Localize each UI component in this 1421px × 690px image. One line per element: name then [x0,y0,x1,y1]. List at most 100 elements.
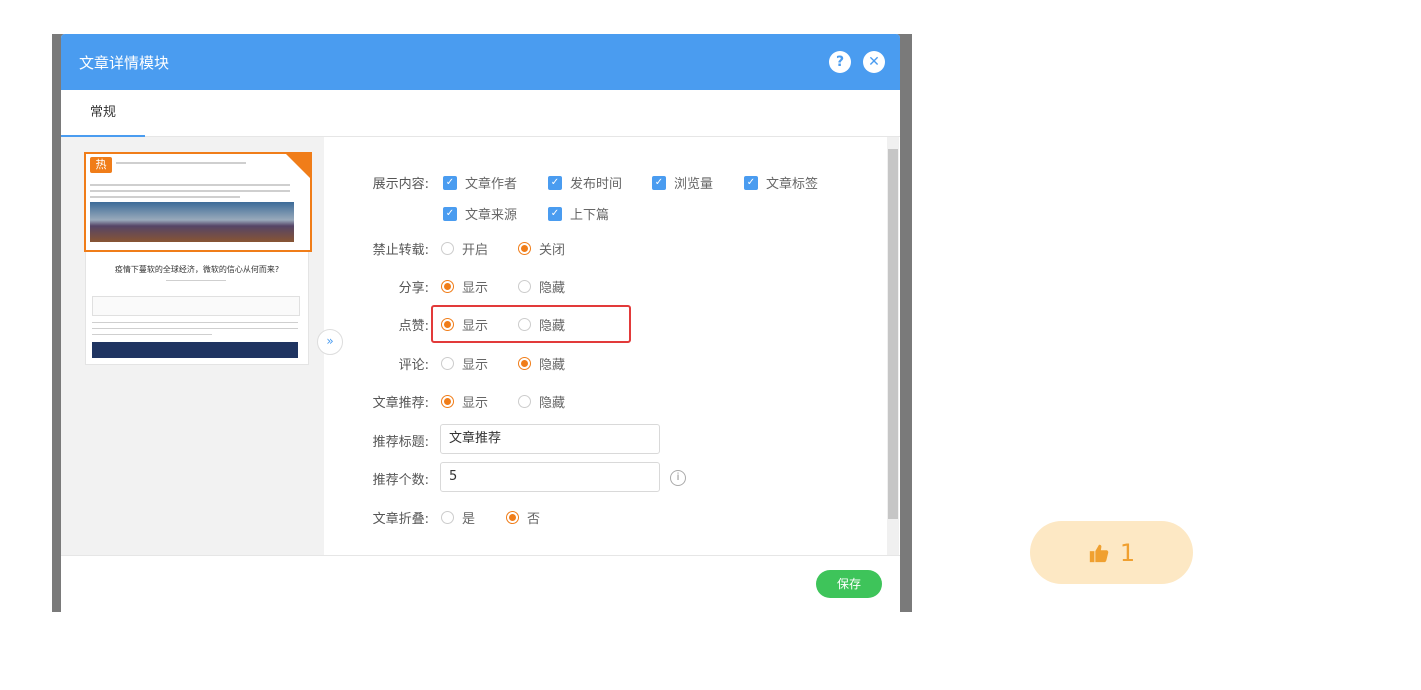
radio-no-repost-on[interactable]: 开启 [441,239,488,258]
radio-fold-yes[interactable]: 是 [441,508,475,527]
selected-corner-icon [286,154,310,178]
checkbox-tags[interactable]: ✓ 文章标签 [744,173,818,192]
preview-line [90,190,290,192]
checkbox-views[interactable]: ✓ 浏览量 [652,173,713,192]
like-count: 1 [1119,538,1136,567]
radio-icon [506,511,519,524]
preview-template-selected[interactable]: 热 [84,152,312,252]
option-label: 文章作者 [465,177,518,192]
option-label: 显示 [462,281,489,296]
preview-line [90,184,290,186]
label-recommend: 文章推荐: [372,396,429,411]
hot-badge: 热 [90,157,112,173]
radio-icon [518,357,531,370]
preview-line [90,196,240,198]
info-icon[interactable]: i [670,470,686,486]
radio-icon [518,318,531,331]
radio-icon [518,280,531,293]
preview-line [92,322,298,323]
preview-dark-banner [92,342,298,358]
label-like: 点赞: [398,319,429,334]
check-icon: ✓ [744,175,758,190]
label-display-content: 展示内容: [372,177,429,192]
modal-title: 文章详情模块 [79,54,170,72]
modal-header: 文章详情模块 ? ✕ [61,34,900,90]
option-label: 显示 [462,396,489,411]
radio-no-repost-off[interactable]: 关闭 [518,239,565,258]
label-recommend-title: 推荐标题: [372,435,429,450]
option-label: 显示 [462,319,489,334]
tab-bar: 常规 [61,90,900,137]
check-icon: ✓ [548,206,562,221]
radio-comment-hide[interactable]: 隐藏 [518,354,565,373]
modal-body: 热 疫情下蔓软的全球经济，微软的信心从何而来? » 展示内容: ✓ 文章作者 ✓… [61,137,900,555]
radio-comment-show[interactable]: 显示 [441,354,488,373]
option-label: 上下篇 [570,208,610,223]
label-fold: 文章折叠: [372,512,429,527]
checkbox-prev-next[interactable]: ✓ 上下篇 [548,204,609,223]
preview-panel: 热 疫情下蔓软的全球经济，微软的信心从何而来? [61,137,324,555]
radio-icon [441,280,454,293]
scrollbar[interactable] [887,137,899,555]
option-label: 隐藏 [539,319,566,334]
expand-panel-button[interactable]: » [317,329,343,355]
preview-line [116,162,246,164]
option-label: 浏览量 [674,177,714,192]
recommend-title-input[interactable]: 文章推荐 [440,424,660,454]
check-icon: ✓ [652,175,666,190]
settings-form: 展示内容: ✓ 文章作者 ✓ 发布时间 ✓ 浏览量 ✓ 文章标签 ✓ 文章来源 ✓ 上下篇 … [341,137,881,555]
preview-headline: 疫情下蔓软的全球经济，微软的信心从何而来? [114,265,280,274]
option-label: 隐藏 [539,358,566,373]
modal-footer: 保存 [61,555,900,612]
label-recommend-count: 推荐个数: [372,473,429,488]
close-icon[interactable]: ✕ [863,51,885,73]
checkbox-author[interactable]: ✓ 文章作者 [443,173,517,192]
option-label: 文章来源 [465,208,518,223]
radio-icon [441,242,454,255]
option-label: 显示 [462,358,489,373]
checkbox-source[interactable]: ✓ 文章来源 [443,204,517,223]
tab-general[interactable]: 常规 [61,90,145,137]
radio-icon [441,395,454,408]
check-icon: ✓ [548,175,562,190]
preview-line [166,280,226,281]
article-detail-modal: 文章详情模块 ? ✕ 常规 热 疫情下蔓软的全球经济，微软的信心从何而来? » … [61,34,900,612]
label-no-repost: 禁止转载: [372,243,429,258]
recommend-count-input[interactable]: 5 [440,462,660,492]
option-label: 发布时间 [570,177,623,192]
help-icon[interactable]: ? [829,51,851,73]
radio-icon [518,242,531,255]
radio-icon [441,318,454,331]
radio-recommend-show[interactable]: 显示 [441,392,488,411]
option-label: 否 [527,512,541,527]
option-label: 文章标签 [766,177,819,192]
preview-summary-box [92,296,300,316]
option-label: 关闭 [539,243,566,258]
preview-card: 热 疫情下蔓软的全球经济，微软的信心从何而来? [84,152,312,365]
thumbs-up-icon [1089,544,1109,562]
label-comment: 评论: [398,358,429,373]
radio-icon [441,511,454,524]
radio-share-hide[interactable]: 隐藏 [518,277,565,296]
radio-like-show[interactable]: 显示 [441,315,488,334]
preview-line [92,334,212,335]
like-widget[interactable]: 1 [1030,521,1193,584]
preview-image [90,202,294,242]
radio-icon [441,357,454,370]
scroll-thumb[interactable] [888,149,898,519]
check-icon: ✓ [443,175,457,190]
option-label: 是 [462,512,476,527]
label-share: 分享: [398,281,429,296]
option-label: 隐藏 [539,396,566,411]
save-button[interactable]: 保存 [816,570,882,598]
check-icon: ✓ [443,206,457,221]
radio-share-show[interactable]: 显示 [441,277,488,296]
radio-icon [518,395,531,408]
option-label: 隐藏 [539,281,566,296]
radio-like-hide[interactable]: 隐藏 [518,315,565,334]
radio-recommend-hide[interactable]: 隐藏 [518,392,565,411]
checkbox-publish-time[interactable]: ✓ 发布时间 [548,173,622,192]
preview-line [92,328,298,329]
radio-fold-no[interactable]: 否 [506,508,540,527]
option-label: 开启 [462,243,489,258]
